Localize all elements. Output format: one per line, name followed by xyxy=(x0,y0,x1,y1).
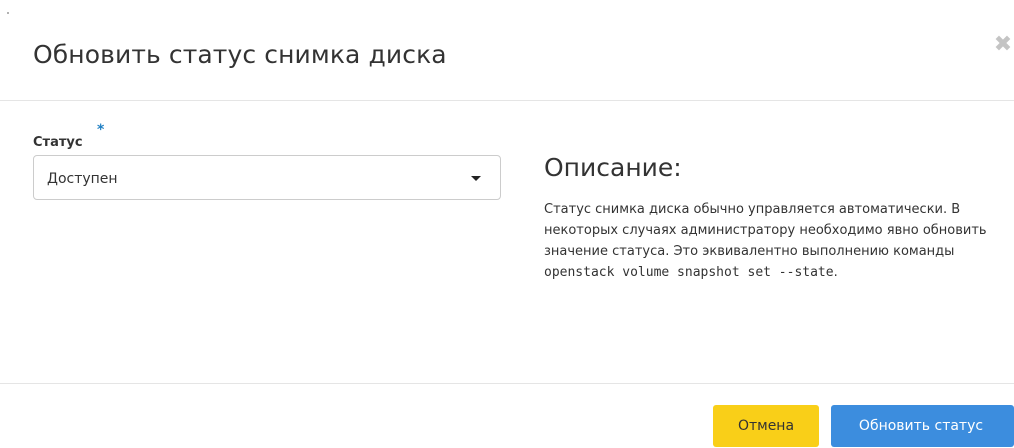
update-snapshot-status-modal: Обновить статус снимка диска ✖ Статус * … xyxy=(0,0,1014,448)
modal-header: Обновить статус снимка диска ✖ xyxy=(0,0,1014,101)
close-icon[interactable]: ✖ xyxy=(991,33,1014,57)
modal-title: Обновить статус снимка диска xyxy=(33,40,447,69)
cancel-button[interactable]: Отмена xyxy=(713,405,819,447)
description-code: openstack volume snapshot set --state xyxy=(544,265,834,280)
chevron-down-icon xyxy=(471,176,481,181)
status-select[interactable]: Доступен xyxy=(33,155,501,200)
modal-footer: Отмена Обновить статус xyxy=(0,383,1014,448)
status-label: Статус xyxy=(33,135,83,150)
description-title: Описание: xyxy=(544,153,682,182)
required-mark: * xyxy=(97,122,105,138)
description-text: Статус снимка диска обычно управляется а… xyxy=(544,199,999,283)
update-status-button[interactable]: Обновить статус xyxy=(831,405,1014,447)
description-text-after: . xyxy=(833,265,838,280)
description-text-before: Статус снимка диска обычно управляется а… xyxy=(544,202,987,259)
status-select-value: Доступен xyxy=(47,171,118,187)
